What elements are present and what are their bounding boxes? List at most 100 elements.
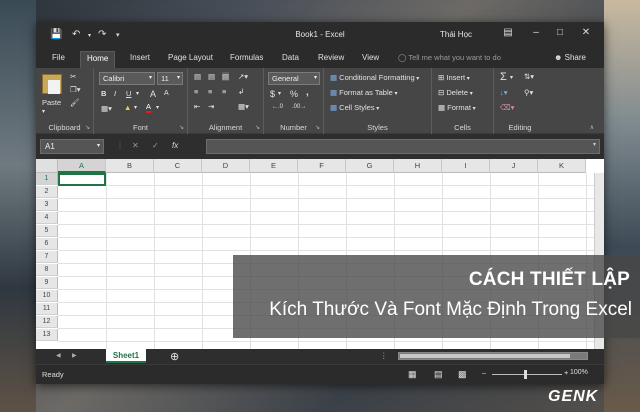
tab-home[interactable]: Home	[80, 51, 116, 68]
align-center-icon[interactable]: ≡	[208, 87, 212, 96]
paste-dropdown-icon[interactable]: ▾	[42, 108, 45, 115]
column-header[interactable]: J	[490, 159, 538, 173]
row-header[interactable]: 8	[36, 264, 58, 276]
share-button[interactable]: ☻ Share	[554, 51, 586, 65]
split-handle-icon[interactable]: ⋮	[380, 351, 388, 360]
insert-cells-button[interactable]: ⊞ Insert ▾	[438, 73, 470, 82]
font-name-select[interactable]: Calibri ▾	[99, 72, 155, 85]
currency-dropdown-icon[interactable]: ▾	[278, 90, 281, 97]
wrap-text-icon[interactable]: ↲	[238, 87, 244, 96]
scrollbar-thumb[interactable]	[400, 354, 570, 358]
zoom-out-icon[interactable]: –	[482, 368, 486, 377]
font-color-dropdown-icon[interactable]: ▾	[156, 104, 159, 111]
minimize-button[interactable]: –	[526, 27, 546, 38]
tell-me-search[interactable]: ◯ Tell me what you want to do	[398, 51, 501, 65]
cut-icon[interactable]: ✂	[70, 72, 76, 81]
number-format-select[interactable]: General ▾	[268, 72, 320, 85]
increase-decimal-icon[interactable]: ←.0	[272, 104, 283, 110]
fill-dropdown-icon[interactable]: ▾	[134, 104, 137, 111]
decrease-decimal-icon[interactable]: .00→	[292, 104, 306, 110]
row-header[interactable]: 11	[36, 303, 58, 315]
copy-icon[interactable]: ❐▾	[70, 85, 81, 94]
normal-view-icon[interactable]: ▦	[408, 369, 417, 380]
row-header[interactable]: 13	[36, 329, 58, 341]
orientation-icon[interactable]: ↗▾	[238, 72, 248, 81]
column-header[interactable]: E	[250, 159, 298, 173]
font-color-button[interactable]: A	[146, 103, 152, 113]
italic-button[interactable]: I	[114, 89, 116, 98]
autosum-dropdown-icon[interactable]: ▾	[510, 74, 513, 81]
zoom-slider[interactable]	[492, 374, 562, 375]
column-header[interactable]: F	[298, 159, 346, 173]
user-name[interactable]: Thái Học	[440, 30, 472, 39]
ribbon-options-icon[interactable]: ▤	[498, 27, 518, 38]
tab-insert[interactable]: Insert	[124, 51, 156, 68]
column-header[interactable]: A	[58, 159, 106, 173]
increase-indent-icon[interactable]: ⇥	[208, 102, 214, 111]
zoom-level[interactable]: 100%	[570, 369, 588, 376]
borders-icon[interactable]: ▦▾	[101, 104, 112, 113]
number-launcher-icon[interactable]: ↘	[315, 124, 320, 131]
alignment-launcher-icon[interactable]: ↘	[255, 124, 260, 131]
column-header[interactable]: K	[538, 159, 586, 173]
align-bottom-icon[interactable]: ▤	[222, 72, 230, 81]
clipboard-launcher-icon[interactable]: ↘	[85, 124, 90, 131]
fill-icon[interactable]: ↓▾	[500, 88, 508, 97]
scroll-left-icon[interactable]: ◀	[56, 352, 61, 359]
comma-button[interactable]: ,	[306, 87, 309, 98]
row-header[interactable]: 1	[36, 173, 58, 185]
font-grow-button[interactable]: A	[150, 89, 156, 99]
horizontal-scrollbar[interactable]	[398, 352, 588, 360]
align-right-icon[interactable]: ≡	[222, 87, 226, 96]
row-header[interactable]: 2	[36, 186, 58, 198]
column-header[interactable]: H	[394, 159, 442, 173]
column-header[interactable]: C	[154, 159, 202, 173]
row-header[interactable]: 4	[36, 212, 58, 224]
format-as-table-button[interactable]: ▦ Format as Table ▾	[330, 88, 398, 97]
format-painter-icon[interactable]: 🖌	[70, 98, 80, 107]
merge-center-icon[interactable]: ▦▾	[238, 102, 249, 111]
formula-input[interactable]: ▾	[206, 139, 600, 154]
add-sheet-icon[interactable]: ⊕	[170, 350, 179, 363]
percent-button[interactable]: %	[290, 89, 298, 99]
row-header[interactable]: 5	[36, 225, 58, 237]
column-header[interactable]: G	[346, 159, 394, 173]
scroll-right-icon[interactable]: ▶	[72, 352, 77, 359]
fill-color-icon[interactable]: ▲	[124, 103, 131, 112]
font-shrink-button[interactable]: A	[164, 90, 169, 97]
maximize-button[interactable]: □	[550, 27, 570, 38]
conditional-formatting-button[interactable]: ▦ Conditional Formatting ▾	[330, 73, 419, 82]
column-header[interactable]: I	[442, 159, 490, 173]
format-cells-button[interactable]: ▦ Format ▾	[438, 103, 476, 112]
align-top-icon[interactable]: ▤	[194, 72, 201, 81]
bold-button[interactable]: B	[101, 89, 106, 98]
autosum-icon[interactable]: Σ	[500, 71, 507, 83]
find-select-icon[interactable]: ⚲▾	[524, 88, 533, 97]
cell-styles-button[interactable]: ▦ Cell Styles ▾	[330, 103, 379, 112]
tab-data[interactable]: Data	[276, 51, 305, 68]
tab-view[interactable]: View	[356, 51, 385, 68]
zoom-slider-thumb[interactable]	[524, 370, 527, 379]
align-middle-icon[interactable]: ▤	[208, 72, 215, 81]
underline-dropdown-icon[interactable]: ▾	[136, 90, 139, 97]
decrease-indent-icon[interactable]: ⇤	[194, 102, 200, 111]
row-header[interactable]: 9	[36, 277, 58, 289]
row-header[interactable]: 6	[36, 238, 58, 250]
paste-icon[interactable]	[42, 74, 62, 94]
column-header[interactable]: D	[202, 159, 250, 173]
delete-cells-button[interactable]: ⊟ Delete ▾	[438, 88, 473, 97]
select-all-corner[interactable]	[36, 159, 58, 173]
underline-button[interactable]: U	[126, 89, 131, 98]
active-cell[interactable]	[58, 173, 106, 186]
tab-file[interactable]: File	[46, 51, 71, 68]
clear-icon[interactable]: ⌫▾	[500, 103, 514, 112]
insert-function-button[interactable]: fx	[172, 141, 178, 150]
collapse-ribbon-icon[interactable]: ∧	[590, 124, 594, 131]
tab-review[interactable]: Review	[312, 51, 350, 68]
row-header[interactable]: 3	[36, 199, 58, 211]
font-launcher-icon[interactable]: ↘	[179, 124, 184, 131]
row-header[interactable]: 10	[36, 290, 58, 302]
row-header[interactable]: 7	[36, 251, 58, 263]
sort-filter-icon[interactable]: ⇅▾	[524, 72, 534, 81]
column-header[interactable]: B	[106, 159, 154, 173]
